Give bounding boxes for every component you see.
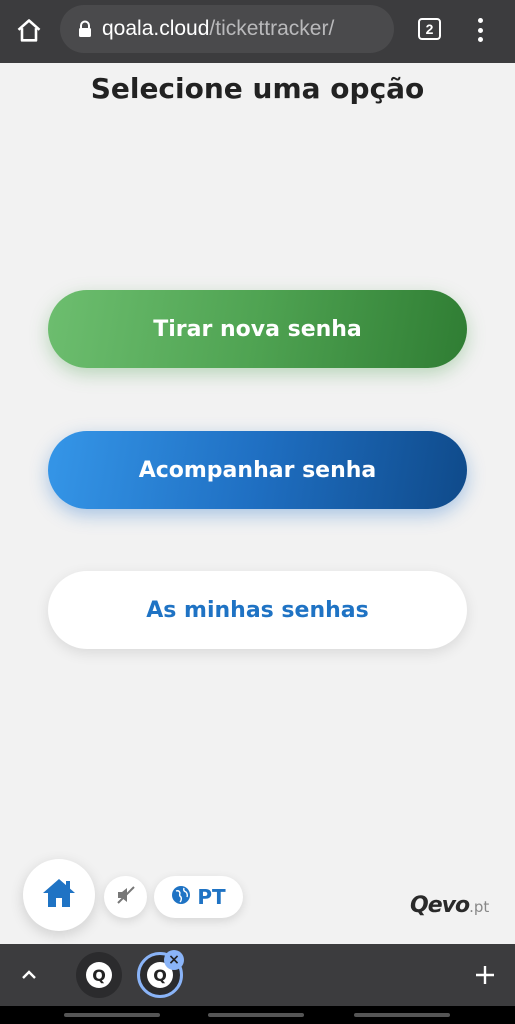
system-nav-bar xyxy=(0,1006,515,1024)
address-bar[interactable]: qoala.cloud/tickettracker/ xyxy=(60,5,394,53)
url-path: /tickettracker/ xyxy=(209,17,335,40)
brand-logo: Qevo .pt xyxy=(410,893,489,918)
new-tab-plus-icon[interactable] xyxy=(472,962,498,988)
overflow-menu-icon[interactable] xyxy=(472,15,488,45)
sound-toggle-button[interactable] xyxy=(104,876,147,918)
url-text: qoala.cloud/tickettracker/ xyxy=(102,17,334,41)
language-selector[interactable]: PT xyxy=(154,876,243,918)
tab-count-button[interactable]: 2 xyxy=(418,18,441,40)
language-label: PT xyxy=(197,885,226,909)
my-tickets-button[interactable]: As minhas senhas xyxy=(48,571,467,649)
nav-handle-center[interactable] xyxy=(208,1013,304,1017)
track-ticket-button[interactable]: Acompanhar senha xyxy=(48,431,467,509)
browser-toolbar: qoala.cloud/tickettracker/ 2 xyxy=(0,0,515,63)
tab-thumbnail-1[interactable]: Q xyxy=(76,952,122,998)
nav-handle-right[interactable] xyxy=(354,1013,450,1017)
home-button[interactable] xyxy=(23,859,95,931)
nav-handle-left[interactable] xyxy=(64,1013,160,1017)
house-icon xyxy=(41,877,77,913)
take-new-ticket-button[interactable]: Tirar nova senha xyxy=(48,290,467,368)
tab-switcher-bar: Q Q × xyxy=(0,944,515,1006)
lock-icon xyxy=(78,20,92,38)
home-icon[interactable] xyxy=(12,14,46,48)
site-favicon-icon: Q xyxy=(86,962,112,988)
brand-suffix: .pt xyxy=(469,898,490,916)
globe-icon xyxy=(171,885,191,909)
mute-icon xyxy=(115,884,137,910)
url-domain: qoala.cloud xyxy=(102,17,210,40)
close-tab-icon[interactable]: × xyxy=(164,950,184,970)
brand-main: Qevo xyxy=(410,893,470,918)
page-title: Selecione uma opção xyxy=(90,72,425,105)
chevron-up-icon[interactable] xyxy=(18,964,40,986)
